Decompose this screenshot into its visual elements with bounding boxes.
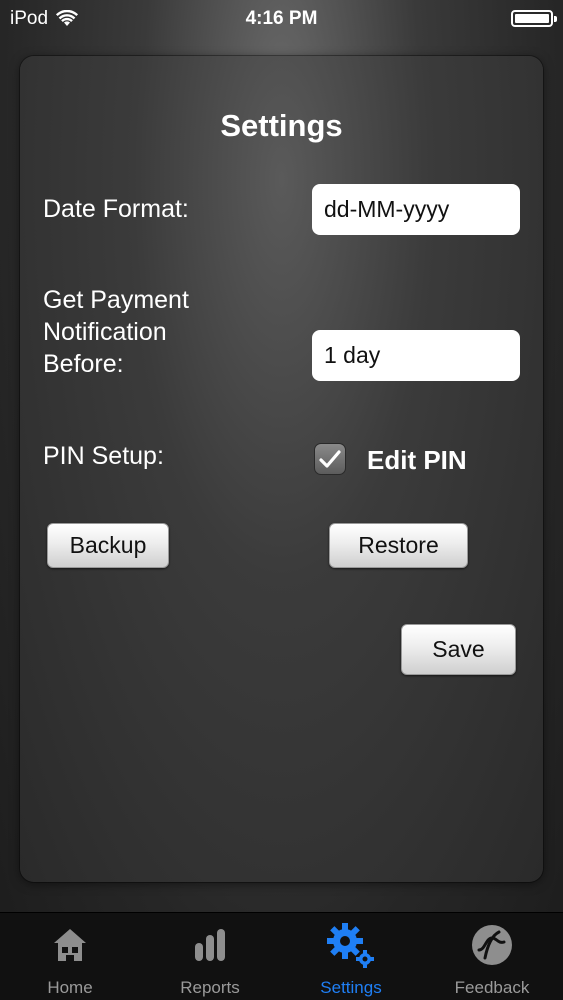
tab-feedback-label: Feedback [454, 978, 530, 997]
tab-home[interactable]: Home [0, 913, 140, 1000]
home-icon [54, 929, 86, 961]
gears-icon [327, 923, 374, 968]
payment-notification-field[interactable]: 1 day [312, 330, 520, 381]
tab-feedback[interactable]: Feedback [422, 913, 562, 1000]
status-time: 4:16 PM [245, 8, 318, 29]
pin-setup-label: PIN Setup: [43, 442, 164, 470]
tab-settings-label: Settings [320, 978, 382, 997]
page-title: Settings [220, 108, 343, 143]
checkmark-icon [319, 450, 341, 468]
bar-chart-icon [195, 929, 225, 961]
save-button[interactable]: Save [401, 624, 516, 675]
payment-notification-label-line3: Before: [43, 350, 124, 378]
tab-reports[interactable]: Reports [140, 913, 280, 1000]
edit-pin-checkbox[interactable] [314, 443, 346, 475]
tab-bar: Home Reports Settings Feedback [0, 912, 563, 1000]
edit-pin-label[interactable]: Edit PIN [367, 445, 467, 476]
backup-button[interactable]: Backup [47, 523, 169, 568]
status-bar: iPod 4:16 PM [0, 0, 563, 36]
date-format-field[interactable]: dd-MM-yyyy [312, 184, 520, 235]
battery-icon [511, 10, 557, 27]
feedback-icon [472, 925, 512, 965]
restore-button[interactable]: Restore [329, 523, 468, 568]
payment-notification-label-line2: Notification [43, 318, 167, 346]
payment-notification-label-line1: Get Payment [43, 286, 189, 314]
tab-settings[interactable]: Settings [281, 913, 421, 1000]
payment-notification-label: Get Payment Notification Before: [43, 284, 189, 380]
date-format-label: Date Format: [43, 195, 189, 223]
tab-home-label: Home [47, 978, 93, 997]
settings-panel: Settings Date Format: dd-MM-yyyy Get Pay… [20, 56, 543, 882]
tab-reports-label: Reports [180, 978, 240, 997]
